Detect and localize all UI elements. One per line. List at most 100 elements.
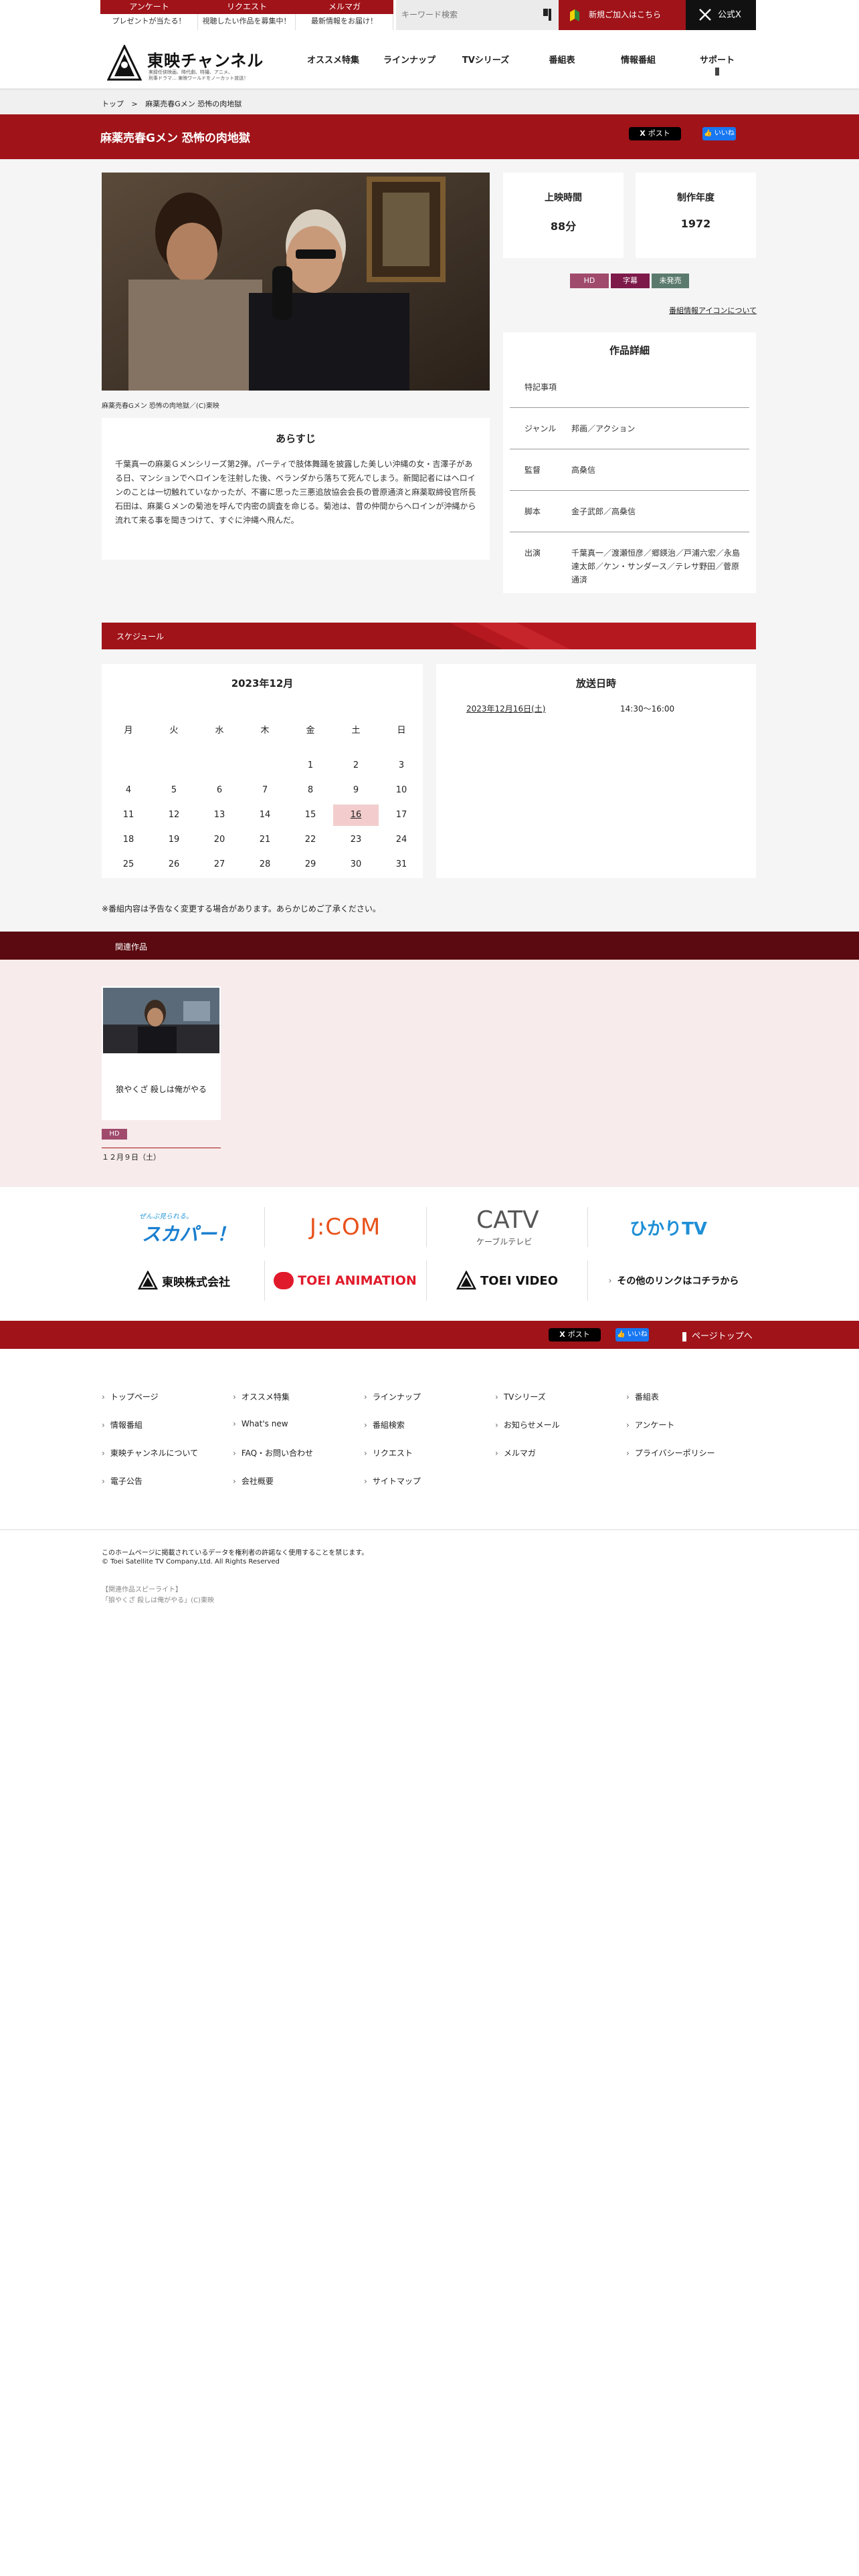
calendar-day: 31 <box>395 859 407 869</box>
weekday-label: 金 <box>306 726 315 736</box>
nav-lineup[interactable]: ラインナップ <box>369 53 450 66</box>
title-bar: 麻薬売春Gメン 恐怖の肉地獄 X ポスト 👍 いいね <box>0 114 859 159</box>
calendar-day: 10 <box>395 785 407 795</box>
photo-caption: 麻薬売春Gメン 恐怖の肉地獄／(C)東映 <box>102 403 219 410</box>
search-input[interactable] <box>401 7 535 23</box>
calendar-day: 2 <box>353 760 359 770</box>
footer-link[interactable]: What's new <box>233 1419 288 1428</box>
x-logo-icon <box>699 9 711 21</box>
footer-facebook-like-button[interactable]: 👍 いいね <box>615 1328 649 1341</box>
arrow-up-icon <box>682 1331 686 1341</box>
footer-divider <box>0 1529 859 1530</box>
footer-link[interactable]: メルマガ <box>495 1447 536 1459</box>
air-heading: 放送日時 <box>575 677 616 689</box>
search-box <box>396 0 559 30</box>
footer-link[interactable]: ラインナップ <box>364 1391 421 1402</box>
footer-x-post-button[interactable]: X ポスト <box>549 1328 601 1341</box>
other-links[interactable]: › その他のリンクはコチラから <box>591 1261 756 1301</box>
calendar-month: 2023年12月 <box>231 677 294 689</box>
footer-link[interactable]: サイトマップ <box>364 1475 421 1487</box>
footer-link[interactable]: リクエスト <box>364 1447 413 1459</box>
x-official-button[interactable]: 公式X <box>686 0 756 30</box>
partner-divider <box>587 1261 588 1301</box>
new-subscription-button[interactable]: 新規ご加入はこちら <box>559 0 686 30</box>
jcom-logo[interactable]: J:COM <box>268 1207 423 1247</box>
toei-animation-logo[interactable]: TOEI ANIMATION <box>268 1261 423 1301</box>
footer-link[interactable]: トップページ <box>102 1391 159 1402</box>
footer-link[interactable]: FAQ・お問い合わせ <box>233 1447 313 1459</box>
hikari-tv-logo[interactable]: ひかりTV <box>591 1207 745 1247</box>
request-link[interactable]: リクエスト 視聴したい作品を募集中！ <box>198 0 296 30</box>
thumbs-up-icon: 👍 <box>617 1331 626 1338</box>
skyperfect-logo[interactable]: ぜんぶ見られる。 スカパー！ <box>107 1207 261 1247</box>
related-work-card[interactable]: 狼やくざ 殺しは俺がやる <box>102 986 221 1120</box>
nav-tv-series[interactable]: TVシリーズ <box>446 53 526 66</box>
facebook-like-button[interactable]: 👍 いいね <box>702 127 736 140</box>
copyright-notice: このホームページに掲載されているデータを権利者の許諾なく使用することを禁じます。 <box>102 1549 369 1557</box>
icon-info-link[interactable]: 番組情報アイコンについて <box>669 305 757 316</box>
schedule-calendar: 2023年12月 月火水木金土日 1 2 3 4 5 6 7 8 9 10 11 12 13 14 15 16 1… <box>102 664 423 878</box>
footer-link[interactable]: 東映チャンネルについて <box>102 1447 198 1459</box>
footer-link[interactable]: お知らせメール <box>495 1419 560 1430</box>
calendar-day: 25 <box>122 859 134 869</box>
production-year-box: 制作年度 1972 <box>636 173 756 258</box>
photo-credit-heading: 【関連作品スピーライト】 <box>102 1586 182 1594</box>
footer-link[interactable]: アンケート <box>626 1419 675 1430</box>
partner-divider <box>426 1207 427 1247</box>
toei-video-logo[interactable]: TOEI VIDEO <box>430 1261 585 1301</box>
toei-company-logo[interactable]: 東映株式会社 <box>107 1261 261 1301</box>
partner-divider <box>264 1261 265 1301</box>
air-time: 14:30〜16:00 <box>620 704 675 714</box>
calendar-day: 27 <box>213 859 225 869</box>
calendar-day: 17 <box>395 810 407 820</box>
footer-link[interactable]: プライバシーポリシー <box>626 1447 715 1459</box>
calendar-day: 12 <box>168 810 180 820</box>
weekday-label: 木 <box>260 726 270 736</box>
breadcrumb: トップ > 麻薬売春Gメン 恐怖の肉地獄 <box>0 90 859 114</box>
weekday-label: 水 <box>215 726 224 736</box>
footer-link[interactable]: 電子公告 <box>102 1475 142 1487</box>
nav-support[interactable]: サポート <box>677 53 757 76</box>
top-utility-bar: アンケート プレゼントが当たる！ リクエスト 視聴したい作品を募集中！ メルマガ… <box>100 0 756 30</box>
calendar-day: 15 <box>304 810 316 820</box>
mailmag-link[interactable]: メルマガ 最新情報をお届け！ <box>296 0 393 30</box>
footer-link[interactable]: 情報番組 <box>102 1419 142 1430</box>
calendar-day: 19 <box>168 835 180 845</box>
search-icon[interactable] <box>543 7 552 22</box>
calendar-day: 30 <box>350 859 362 869</box>
main-navigation: 東映チャンネル 実録任俠映画、時代劇、特撮、アニメ、 刑事ドラマ… 東映ワールド… <box>100 30 756 88</box>
footer-link[interactable]: 番組検索 <box>364 1419 405 1430</box>
survey-link[interactable]: アンケート プレゼントが当たる！ <box>100 0 198 30</box>
nav-recommended[interactable]: オススメ特集 <box>293 53 373 66</box>
calendar-day: 21 <box>259 835 271 845</box>
synopsis-box: あらすじ 千葉真一の麻薬Ｇメンシリーズ第2弾。パーティで肢体舞踊を披露した美しい… <box>102 418 490 560</box>
calendar-day: 7 <box>262 785 268 795</box>
related-hd-badge: HD <box>102 1129 127 1140</box>
air-date-link[interactable]: 2023年12月16日(土) <box>466 703 545 714</box>
footer-link[interactable]: オススメ特集 <box>233 1391 290 1402</box>
program-still-photo <box>102 173 490 391</box>
beginner-leaf-icon <box>570 9 579 21</box>
x-post-button[interactable]: X ポスト <box>629 127 681 140</box>
calendar-day: 3 <box>398 760 405 770</box>
calendar-day: 1 <box>307 760 314 770</box>
calendar-day: 13 <box>213 810 225 820</box>
detail-row-director: 監督 高桑信 <box>510 449 749 491</box>
nav-info-programs[interactable]: 情報番組 <box>598 53 678 66</box>
photo-credit: 「狼やくざ 殺しは俺がやる」(C)東映 <box>102 1597 214 1604</box>
nav-schedule[interactable]: 番組表 <box>522 53 602 66</box>
calendar-day: 18 <box>122 835 134 845</box>
calendar-day: 14 <box>259 810 271 820</box>
synopsis-heading: あらすじ <box>276 433 316 445</box>
breadcrumb-home[interactable]: トップ <box>102 100 124 108</box>
detail-row-cast: 出演 千葉真一／渡瀬恒彦／郷鍈治／戸浦六宏／永島達太郎／ケン・サンダース／テレサ野… <box>524 548 741 584</box>
footer-link[interactable]: 番組表 <box>626 1391 659 1402</box>
page-top-link[interactable]: ページトップへ <box>682 1329 753 1341</box>
site-logo[interactable]: 東映チャンネル 実録任俠映画、時代劇、特撮、アニメ、 刑事ドラマ… 東映ワールド… <box>107 45 288 82</box>
footer-link[interactable]: TVシリーズ <box>495 1391 546 1402</box>
calendar-day-on-air[interactable]: 16 <box>333 804 379 826</box>
catv-logo[interactable]: CATV ケーブルテレビ <box>430 1204 585 1251</box>
breadcrumb-current: 麻薬売春Gメン 恐怖の肉地獄 <box>145 100 242 108</box>
footer-link[interactable]: 会社概要 <box>233 1475 274 1487</box>
calendar-day: 6 <box>216 785 223 795</box>
